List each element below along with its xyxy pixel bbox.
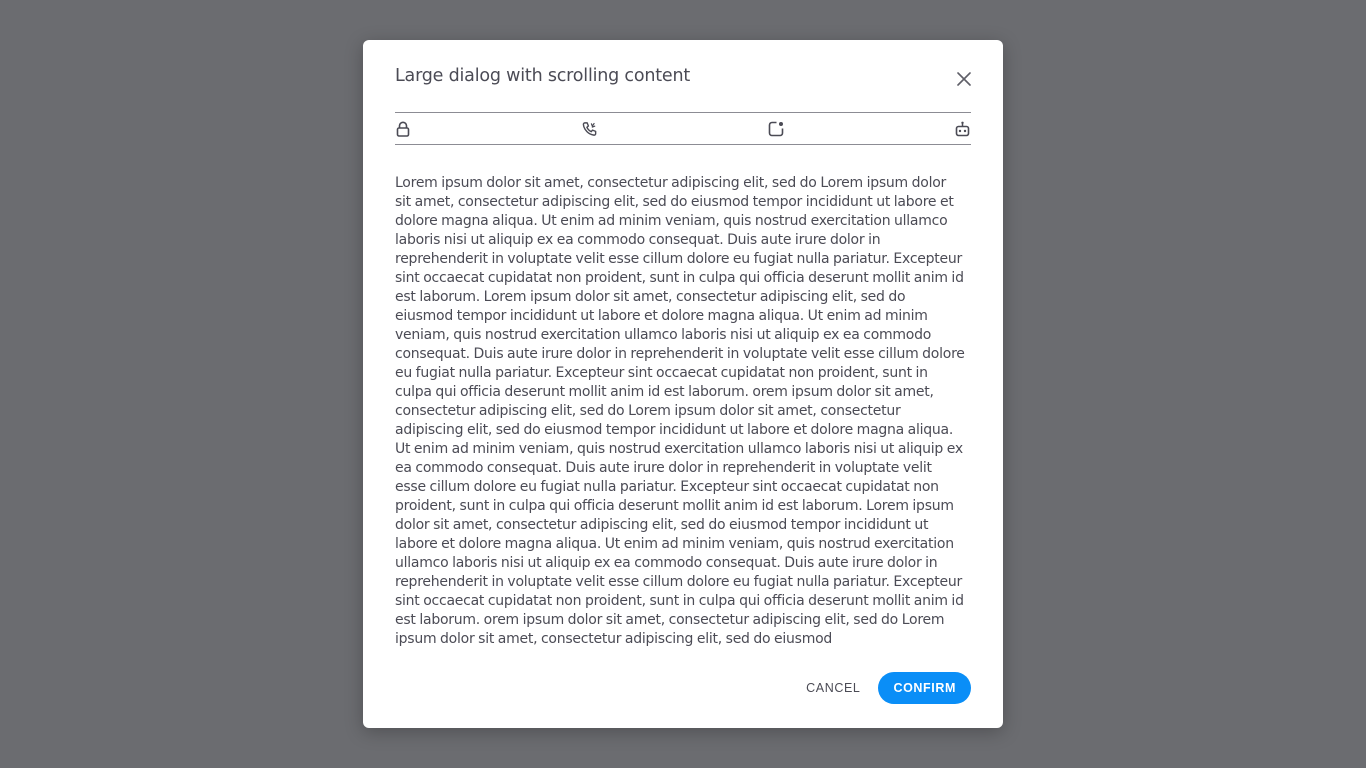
- robot-button[interactable]: [955, 121, 971, 137]
- phone-call-button[interactable]: [582, 121, 598, 137]
- dialog-content[interactable]: Lorem ipsum dolor sit amet, consectetur …: [395, 174, 965, 657]
- close-icon: [957, 72, 971, 86]
- dialog: Large dialog with scrolling content Lore…: [363, 40, 1003, 728]
- notification-square-icon: [769, 121, 784, 136]
- toolbar: [395, 112, 971, 145]
- content-text: Lorem ipsum dolor sit amet, consectetur …: [395, 175, 965, 647]
- notification-button[interactable]: [768, 121, 784, 137]
- dialog-title: Large dialog with scrolling content: [395, 66, 691, 86]
- close-button[interactable]: [953, 68, 975, 90]
- dialog-footer: CANCEL CONFIRM: [804, 672, 971, 704]
- lock-icon: [396, 121, 410, 137]
- confirm-button[interactable]: CONFIRM: [878, 672, 971, 704]
- cancel-button[interactable]: CANCEL: [804, 672, 862, 704]
- phone-call-icon: [582, 121, 597, 136]
- lock-button[interactable]: [395, 121, 411, 137]
- robot-icon: [956, 121, 970, 136]
